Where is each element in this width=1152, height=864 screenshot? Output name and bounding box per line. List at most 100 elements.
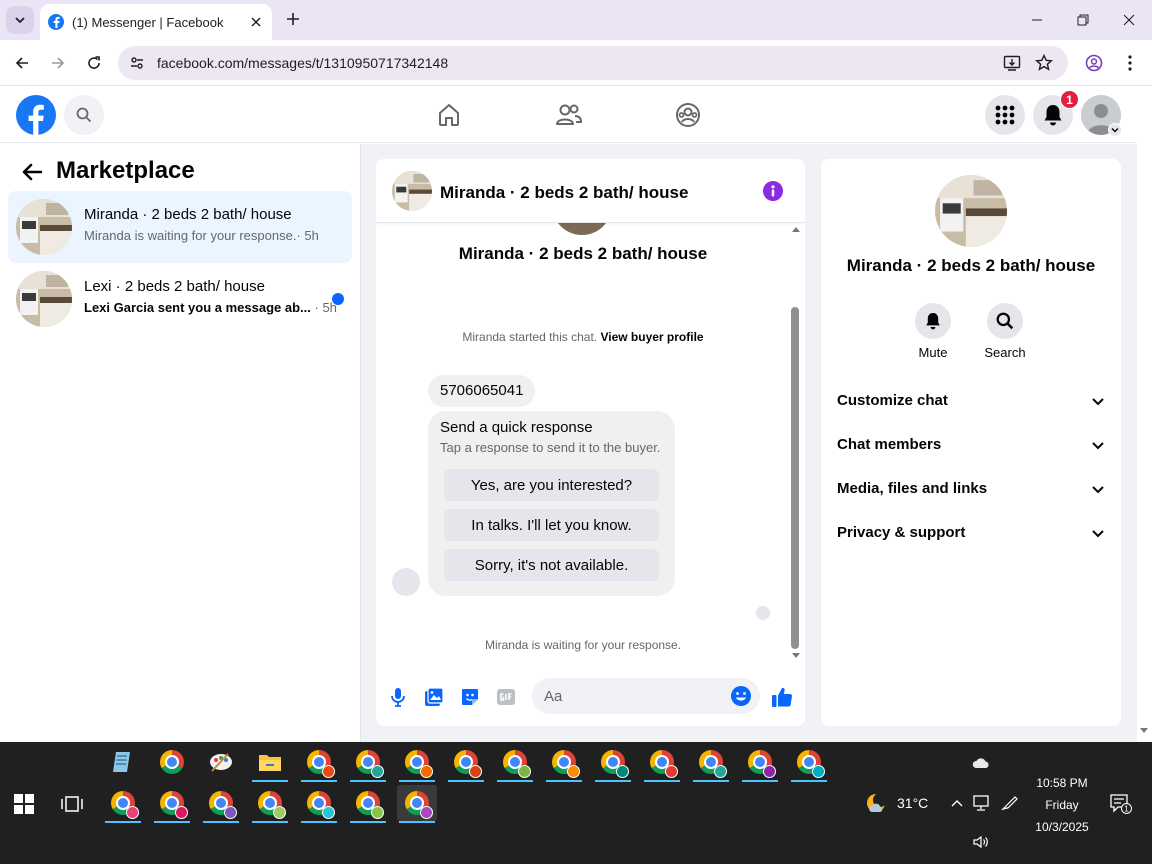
- taskbar-chrome-profile-3[interactable]: [397, 744, 437, 782]
- reload-icon[interactable]: [82, 51, 106, 75]
- customize-chat-section[interactable]: Customize chat: [829, 379, 1113, 423]
- home-icon[interactable]: [434, 100, 464, 130]
- more-menu-icon[interactable]: [1119, 52, 1141, 74]
- search-label: Search: [984, 345, 1026, 360]
- taskbar-chrome-profile-8[interactable]: [642, 744, 682, 782]
- taskbar-chrome-profile-1[interactable]: [299, 744, 339, 782]
- chat-header-avatar[interactable]: [392, 171, 432, 211]
- view-buyer-profile-link[interactable]: View buyer profile: [600, 330, 703, 344]
- media-files-links-section[interactable]: Media, files and links: [829, 467, 1113, 511]
- taskbar-app-chrome[interactable]: [152, 744, 192, 780]
- profile-icon[interactable]: [1083, 52, 1105, 74]
- profile-badge-icon: [371, 806, 384, 819]
- site-info-icon[interactable]: [126, 52, 148, 74]
- address-bar[interactable]: facebook.com/messages/t/1310950717342148: [118, 46, 1068, 80]
- scroll-up-arrow-icon[interactable]: [792, 227, 800, 232]
- partly-cloudy-night-icon: [867, 793, 887, 812]
- restore-window-icon[interactable]: [1071, 8, 1095, 32]
- taskbar-app-notepad[interactable]: [102, 744, 142, 780]
- taskbar-app-paint[interactable]: [201, 744, 241, 780]
- profile-badge-icon: [469, 765, 482, 778]
- clock-day: Friday: [1045, 798, 1079, 812]
- taskbar-chrome-profile-12[interactable]: [103, 785, 143, 823]
- notification-center-icon[interactable]: 1: [1110, 794, 1132, 814]
- quick-response-option[interactable]: Yes, are you interested?: [444, 469, 659, 501]
- scroll-down-arrow-icon[interactable]: [1140, 728, 1148, 733]
- friends-icon[interactable]: [554, 100, 584, 130]
- windows-start-icon[interactable]: [14, 794, 34, 814]
- section-label: Chat members: [837, 436, 942, 453]
- install-app-icon[interactable]: [1001, 52, 1023, 74]
- notification-center-count: 1: [1124, 805, 1129, 814]
- thumbs-up-icon[interactable]: [770, 685, 794, 709]
- scrollbar-thumb[interactable]: [791, 307, 799, 649]
- taskbar-chrome-profile-4[interactable]: [446, 744, 486, 782]
- taskbar-chrome-profile-15[interactable]: [250, 785, 290, 823]
- task-view-icon[interactable]: [60, 792, 84, 816]
- taskbar-app-file-explorer[interactable]: [250, 744, 290, 782]
- message-input[interactable]: Aa: [532, 678, 760, 714]
- system-clock[interactable]: 10:58 PM Friday 10/3/2025: [1030, 772, 1094, 838]
- tab-search-button[interactable]: [6, 6, 34, 34]
- chat-scrollbar[interactable]: [790, 223, 802, 659]
- search-conversation-button[interactable]: Search: [975, 303, 1035, 360]
- taskbar-chrome-profile-14[interactable]: [201, 785, 241, 823]
- taskbar-chrome-profile-7[interactable]: [593, 744, 633, 782]
- taskbar-chrome-profile-5[interactable]: [495, 744, 535, 782]
- volume-icon[interactable]: [972, 833, 990, 851]
- network-icon[interactable]: [972, 794, 990, 812]
- chrome-icon: [209, 791, 237, 819]
- new-tab-plus-icon[interactable]: [282, 8, 304, 30]
- taskbar-chrome-profile-16[interactable]: [299, 785, 339, 823]
- menu-grid-button[interactable]: [985, 95, 1025, 135]
- account-chevron-down-icon[interactable]: [1108, 123, 1122, 137]
- sticker-icon[interactable]: [458, 685, 482, 709]
- taskbar-chrome-profile-6[interactable]: [544, 744, 584, 782]
- minimize-window-icon[interactable]: [1025, 8, 1049, 32]
- bookmark-star-icon[interactable]: [1033, 52, 1055, 74]
- show-hidden-icons-chevron-up-icon[interactable]: [948, 794, 966, 812]
- taskbar-chrome-profile-2[interactable]: [348, 744, 388, 782]
- gif-icon[interactable]: [494, 685, 518, 709]
- browser-tab-bar: (1) Messenger | Facebook: [0, 0, 1152, 40]
- browser-tab-messenger[interactable]: (1) Messenger | Facebook: [40, 4, 272, 40]
- back-arrow-icon[interactable]: [20, 160, 44, 184]
- sender-avatar: [392, 568, 420, 596]
- taskbar-chrome-profile-9[interactable]: [691, 744, 731, 782]
- back-arrow-icon[interactable]: [10, 51, 34, 75]
- close-window-icon[interactable]: [1117, 8, 1141, 32]
- chat-profile-avatar: [552, 223, 612, 235]
- scroll-down-arrow-icon[interactable]: [792, 653, 800, 658]
- privacy-support-section[interactable]: Privacy & support: [829, 511, 1113, 555]
- quick-response-subtitle: Tap a response to send it to the buyer.: [440, 440, 661, 455]
- photo-gallery-icon[interactable]: [422, 685, 446, 709]
- conversation-preview: Miranda is waiting for your response.· 5…: [84, 228, 319, 243]
- forward-arrow-icon[interactable]: [46, 51, 70, 75]
- chat-members-section[interactable]: Chat members: [829, 423, 1113, 467]
- url-text: facebook.com/messages/t/1310950717342148: [157, 55, 449, 71]
- profile-badge-icon: [224, 806, 237, 819]
- facebook-search-button[interactable]: [64, 95, 104, 135]
- chat-header-name[interactable]: Miranda · 2 beds 2 bath/ house: [440, 183, 688, 203]
- facebook-logo-icon[interactable]: [16, 95, 56, 135]
- pen-input-icon[interactable]: [1001, 794, 1019, 812]
- conversation-item-miranda[interactable]: Miranda · 2 beds 2 bath/ house Miranda i…: [8, 191, 352, 263]
- page-scrollbar[interactable]: [1137, 87, 1152, 742]
- conversation-item-lexi[interactable]: Lexi · 2 beds 2 bath/ house Lexi Garcia …: [8, 263, 352, 335]
- taskbar-chrome-profile-17[interactable]: [348, 785, 388, 823]
- onedrive-cloud-icon[interactable]: [972, 754, 990, 772]
- emoji-icon[interactable]: [730, 685, 752, 707]
- tab-close-icon[interactable]: [246, 12, 266, 32]
- taskbar-chrome-profile-18-active[interactable]: [397, 785, 437, 823]
- info-icon[interactable]: [763, 181, 783, 201]
- taskbar-chrome-profile-13[interactable]: [152, 785, 192, 823]
- mute-button[interactable]: Mute: [903, 303, 963, 360]
- profile-badge-icon: [322, 806, 335, 819]
- taskbar-chrome-profile-10[interactable]: [740, 744, 780, 782]
- quick-response-option[interactable]: Sorry, it's not available.: [444, 549, 659, 581]
- quick-response-option[interactable]: In talks. I'll let you know.: [444, 509, 659, 541]
- paint-icon: [210, 753, 232, 772]
- microphone-icon[interactable]: [386, 685, 410, 709]
- groups-icon[interactable]: [673, 100, 703, 130]
- taskbar-chrome-profile-11[interactable]: [789, 744, 829, 782]
